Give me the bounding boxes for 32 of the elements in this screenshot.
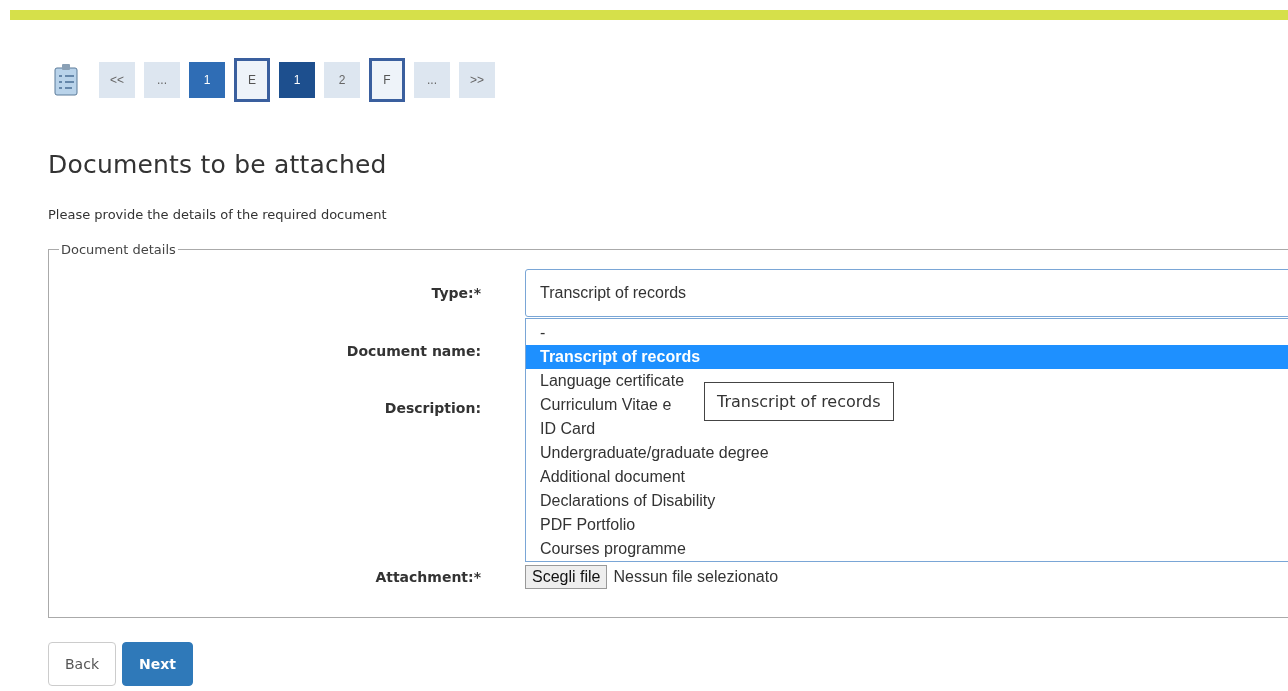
instruction-text: Please provide the details of the required document (48, 207, 388, 222)
field-label: Description: (383, 400, 482, 416)
dropdown-option[interactable]: Language certificate (526, 369, 689, 393)
field-label: Document name: (345, 343, 482, 359)
step-link[interactable]: F (369, 58, 405, 102)
choose-file-button[interactable]: Scegli file (525, 565, 608, 589)
dropdown-option[interactable]: Courses programme (526, 537, 690, 561)
dropdown-option[interactable]: - (526, 321, 550, 345)
next-button[interactable]: Next (122, 642, 193, 686)
panel-legend: Document details (59, 242, 178, 257)
step-link[interactable]: >> (459, 62, 495, 98)
dropdown-option[interactable]: Additional document (526, 465, 689, 489)
back-button[interactable]: Back (48, 642, 116, 686)
page-title: Documents to be attached (48, 150, 388, 179)
dropdown-option[interactable]: PDF Portfolio (526, 513, 640, 537)
step-link[interactable]: E (234, 58, 270, 102)
dropdown-option[interactable]: Undergraduate/graduate degree (526, 441, 773, 465)
step-link[interactable]: << (99, 62, 135, 98)
dropdown-option[interactable]: Declarations of Disability (526, 489, 720, 513)
step-link[interactable]: 2 (324, 62, 360, 98)
dropdown-option[interactable]: ID Card (526, 417, 600, 441)
step-link[interactable]: 1 (279, 62, 315, 98)
tooltip: Transcript of records (704, 382, 894, 421)
file-status: Nessun file selezionato (613, 568, 779, 586)
clipboard-icon (52, 63, 80, 97)
field-label: Attachment:* (374, 569, 482, 585)
step-link[interactable]: 1 (189, 62, 225, 98)
step-link[interactable]: ... (144, 62, 180, 98)
type-select[interactable]: Transcript of records (525, 269, 1288, 317)
dropdown-option[interactable]: Curriculum Vitae e (526, 393, 676, 417)
step-link[interactable]: ... (414, 62, 450, 98)
field-label: Type:* (430, 285, 482, 301)
